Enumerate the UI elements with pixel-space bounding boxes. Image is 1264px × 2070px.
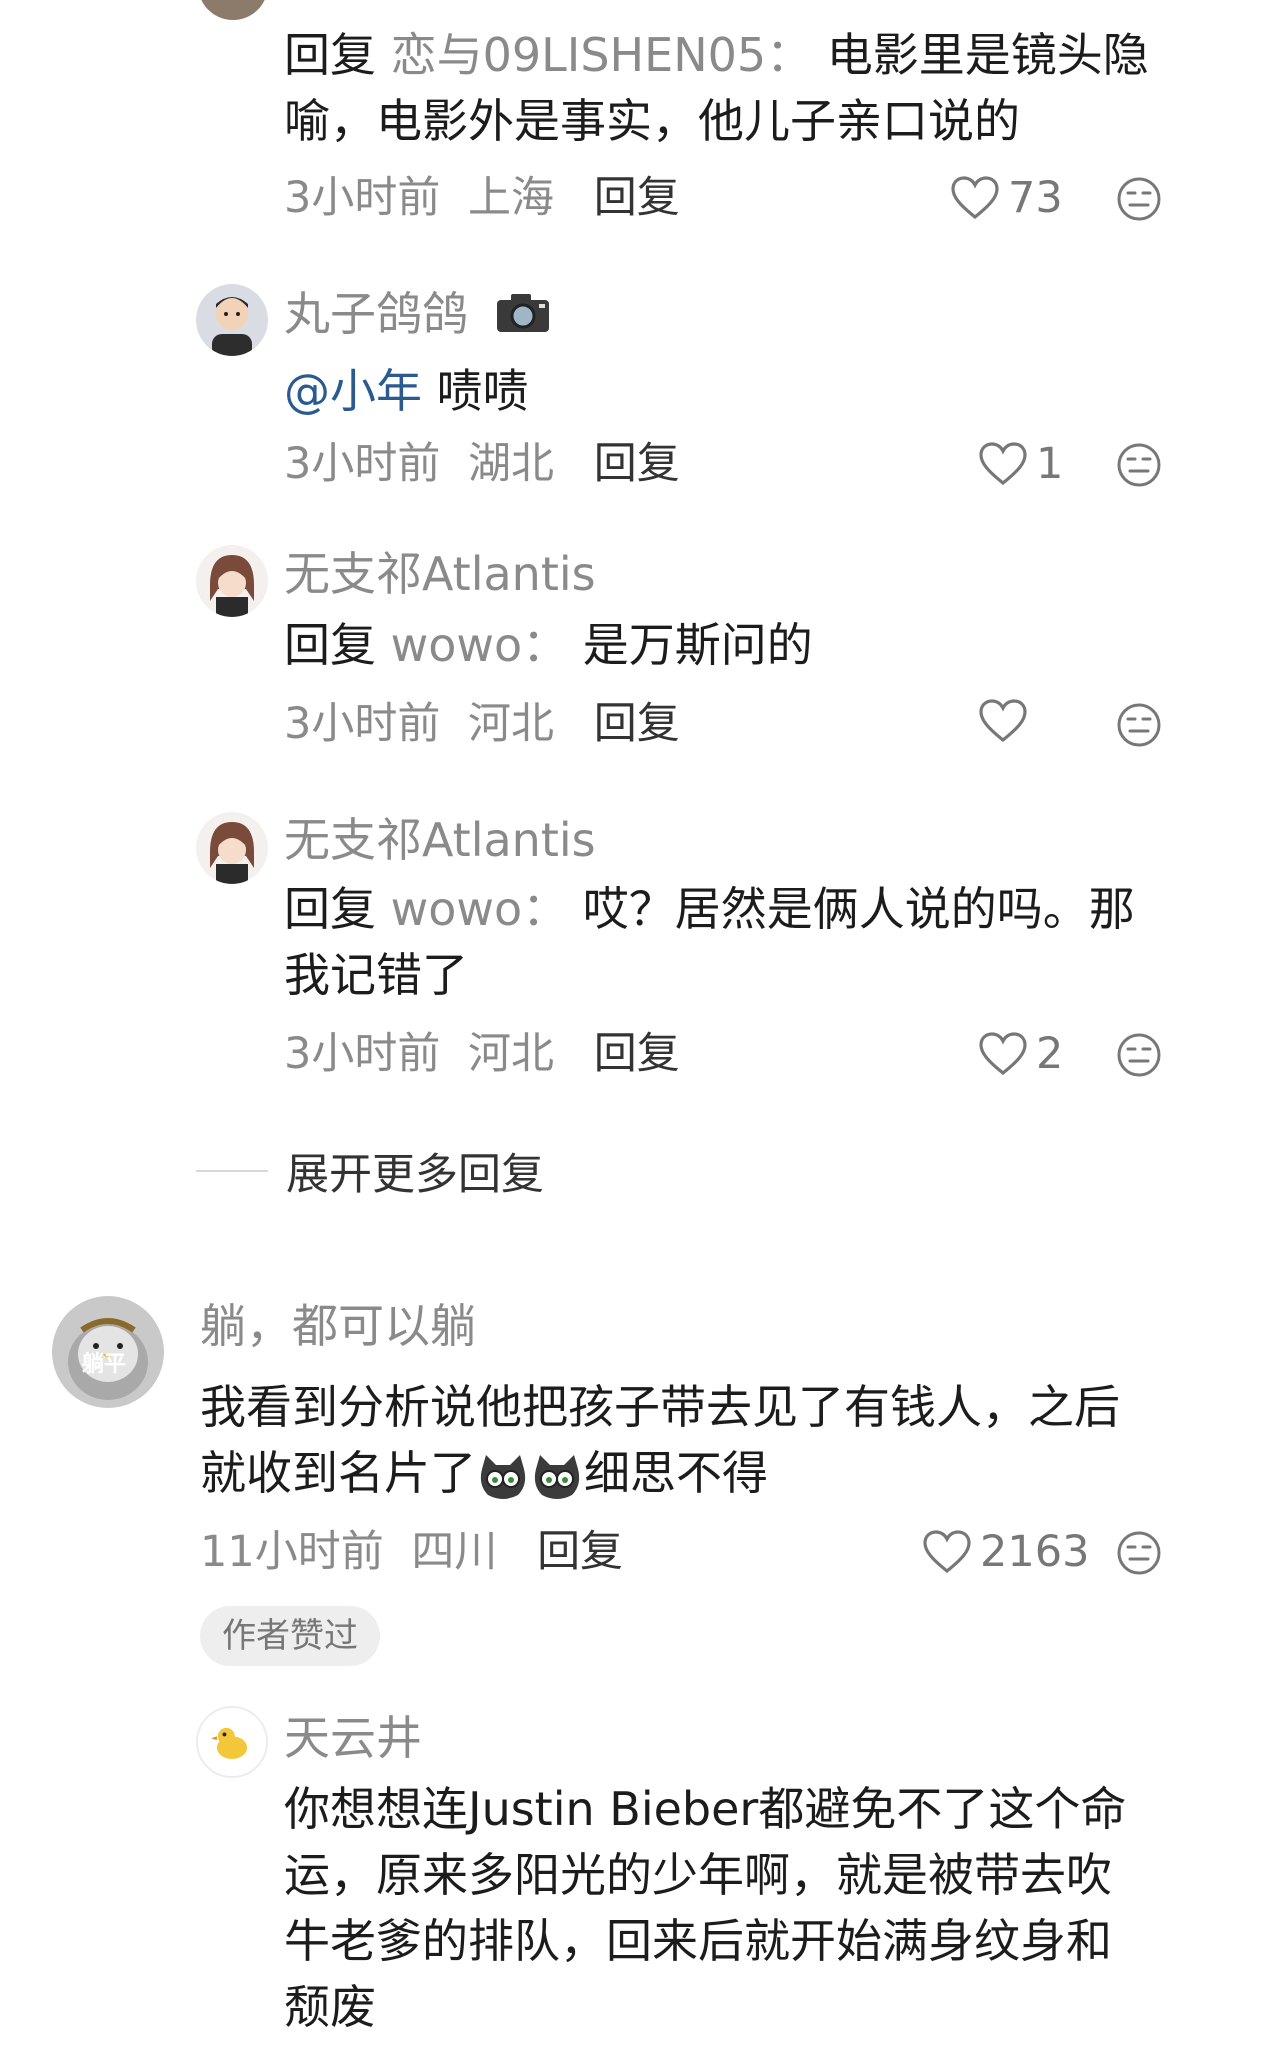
like-button[interactable]: 2 [978,1028,1063,1080]
comment-text: 我看到分析说他把孩子带去见了有钱人，之后 就收到名片了 细思不得 [200,1374,1220,1506]
reply-keyword: 回复 [284,28,376,82]
meh-face-icon [1117,1531,1161,1575]
comment-text-line: 啧啧 [422,364,529,418]
reply-target-user[interactable]: wowo： [391,882,569,936]
heart-icon [951,176,999,220]
dislike-button[interactable] [1116,1530,1162,1576]
comment-time: 3小时前 [284,1029,441,1079]
avatar[interactable] [196,284,268,356]
meh-face-icon [1117,703,1161,747]
comment-username[interactable]: 无支祁Atlantis [284,812,596,868]
divider [196,1170,268,1172]
comment-text-line: 是万斯问的 [582,618,813,672]
reply-button[interactable]: 回复 [537,1527,623,1577]
comment-location: 四川 [411,1527,498,1577]
avatar[interactable] [196,545,268,617]
comment-location: 河北 [468,1029,555,1079]
avatar[interactable]: 躺平 [52,1296,164,1408]
avatar[interactable] [196,1706,268,1778]
dislike-button[interactable] [1116,702,1162,748]
comment-text-line: 哎？居然是俩人说的吗。那 [582,882,1135,936]
comment-time: 11小时前 [200,1527,384,1577]
heart-icon [979,442,1027,486]
like-button[interactable]: 73 [950,172,1063,224]
username-text[interactable]: 丸子鸽鸽 [284,287,468,341]
like-count: 73 [1008,173,1063,223]
comment-time: 3小时前 [284,439,441,489]
comment-text: 回复 恋与09LISHEN05： 电影里是镜头隐 喻，电影外是事实，他儿子亲口说… [284,22,1184,154]
comment-time: 3小时前 [284,699,441,749]
comment-text-line: 运，原来多阳光的少年啊，就是被带去吹 [284,1848,1112,1902]
comment-text-line: 你想想连Justin Bieber都避免不了这个命 [284,1782,1127,1836]
dislike-button[interactable] [1116,1032,1162,1078]
comment-text: 你想想连Justin Bieber都避免不了这个命 运，原来多阳光的少年啊，就是… [284,1776,1234,2040]
comment-time: 3小时前 [284,173,441,223]
comment-text-line: 电影里是镜头隐 [826,28,1149,82]
comment-text-line: 就收到名片了 [200,1446,476,1500]
comment-meta: 3小时前 河北 回复 [284,698,680,750]
comment-meta: 11小时前 四川 回复 [200,1526,623,1578]
heart-icon [923,1530,971,1574]
dislike-button[interactable] [1116,442,1162,488]
comment-username[interactable]: 丸子鸽鸽 [284,286,551,346]
like-button[interactable]: 1 [978,438,1063,490]
comment-meta: 3小时前 湖北 回复 [284,438,680,490]
expand-replies-button[interactable]: 展开更多回复 [196,1140,544,1202]
comment-username[interactable]: 天云井 [284,1710,422,1766]
meh-face-icon [1117,1033,1161,1077]
comment-meta: 3小时前 河北 回复 [284,1028,680,1080]
comment-text-line: 我看到分析说他把孩子带去见了有钱人，之后 [200,1380,1120,1434]
comment-text-line: 细思不得 [584,1446,768,1500]
like-count: 2163 [980,1527,1090,1577]
comment-text-line: 我记错了 [284,948,468,1002]
comment-meta: 3小时前 上海 回复 [284,172,680,224]
reply-keyword: 回复 [284,618,376,672]
cat-emoji-icon [530,1451,584,1503]
reply-keyword: 回复 [284,882,376,936]
mention-link[interactable]: @小年 [284,364,422,418]
comment-username[interactable]: 无支祁Atlantis [284,546,596,602]
comment-location: 湖北 [468,439,555,489]
camera-icon [495,290,551,346]
avatar[interactable] [196,812,268,884]
cat-emoji-icon [476,1451,530,1503]
heart-icon [979,699,1027,743]
like-count: 1 [1036,439,1064,489]
comment-text-line: 牛老爹的排队，回来后就开始满身纹身和 [284,1914,1112,1968]
comment-username[interactable]: 躺，都可以躺 [200,1298,476,1354]
comment-text: 回复 wowo： 哎？居然是俩人说的吗。那 我记错了 [284,876,1184,1008]
comment-text: 回复 wowo： 是万斯问的 [284,612,1184,678]
like-button[interactable]: 2163 [922,1526,1089,1578]
comment-text-line: 喻，电影外是事实，他儿子亲口说的 [284,94,1020,148]
author-liked-badge: 作者赞过 [200,1606,380,1666]
heart-icon [979,1032,1027,1076]
reply-button[interactable]: 回复 [594,173,680,223]
like-button[interactable] [978,698,1036,744]
expand-replies-label: 展开更多回复 [286,1150,544,1200]
meh-face-icon [1117,443,1161,487]
meh-face-icon [1117,177,1161,221]
reply-button[interactable]: 回复 [594,699,680,749]
like-count: 2 [1036,1029,1064,1079]
reply-button[interactable]: 回复 [594,1029,680,1079]
dislike-button[interactable] [1116,176,1162,222]
comment-text-line: 颓废 [284,1980,376,2034]
comment-location: 河北 [468,699,555,749]
comment-location: 上海 [468,173,555,223]
avatar-text: 躺平 [82,1352,127,1377]
reply-target-user[interactable]: wowo： [391,618,569,672]
comment-text: @小年 啧啧 [284,358,1184,424]
reply-target-user[interactable]: 恋与09LISHEN05： [391,28,813,82]
reply-button[interactable]: 回复 [594,439,680,489]
avatar[interactable] [198,0,268,20]
